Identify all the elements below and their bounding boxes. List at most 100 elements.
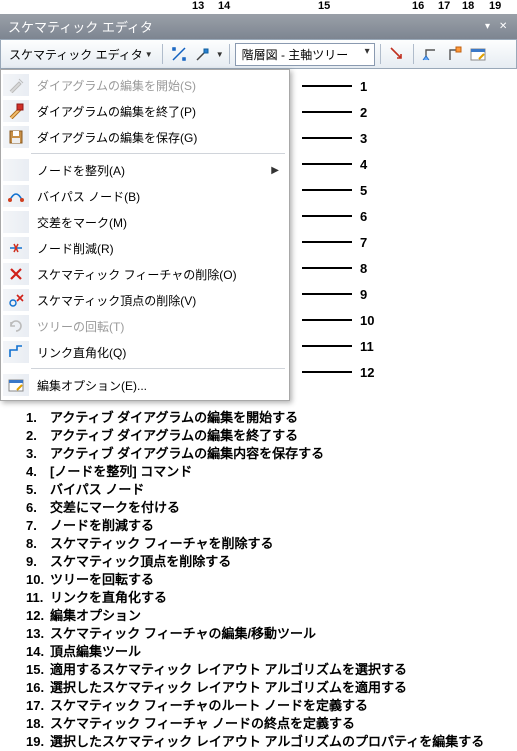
list-item: 5.バイパス ノード	[26, 481, 517, 499]
list-item: 11.リンクを直角化する	[26, 589, 517, 607]
menu-label: バイパス ノード(B)	[37, 188, 279, 205]
list-item: 3.アクティブ ダイアグラムの編集内容を保存する	[26, 445, 517, 463]
callout-num: 11	[360, 339, 374, 354]
options-icon	[3, 374, 29, 396]
menu-label: ダイアグラムの編集を保存(G)	[37, 129, 279, 146]
callout-num: 10	[360, 313, 374, 328]
list-item: 6.交差にマークを付ける	[26, 499, 517, 517]
reduce-node-icon	[3, 237, 29, 259]
list-item: 6	[302, 203, 517, 229]
list-item: 8	[302, 255, 517, 281]
apply-layout-button[interactable]	[386, 43, 408, 65]
vertex-edit-tool-button[interactable]	[192, 43, 214, 65]
menu-delete-feature[interactable]: スケマティック フィーチャの削除(O)	[1, 261, 289, 287]
menu-reduce-node[interactable]: ノード削減(R)	[1, 235, 289, 261]
menu-align-nodes[interactable]: ノードを整列(A) ▶	[1, 157, 289, 183]
list-item: 1.アクティブ ダイアグラムの編集を開始する	[26, 409, 517, 427]
set-end-button[interactable]	[443, 43, 465, 65]
save-icon	[3, 126, 29, 148]
separator	[162, 44, 163, 64]
list-item: 10	[302, 307, 517, 333]
toolbar: スケマティック エディタ ▼ ▼ 階層図 - 主軸ツリー	[0, 39, 517, 69]
callout-15: 15	[318, 0, 330, 12]
menu-edit-options[interactable]: 編集オプション(E)...	[1, 372, 289, 398]
editor-context-menu: ダイアグラムの編集を開始(S) ダイアグラムの編集を終了(P) ダイアグラムの編…	[0, 69, 290, 401]
set-root-button[interactable]	[419, 43, 441, 65]
menu-label: ノード削減(R)	[37, 240, 279, 257]
callout-num: 1	[360, 79, 367, 94]
toolbar-menu-button[interactable]: スケマティック エディタ ▼	[5, 44, 157, 65]
list-item: 16.選択したスケマティック レイアウト アルゴリズムを適用する	[26, 679, 517, 697]
list-item: 12	[302, 359, 517, 385]
menu-label: ダイアグラムの編集を開始(S)	[37, 77, 279, 94]
list-item: 17.スケマティック フィーチャのルート ノードを定義する	[26, 697, 517, 715]
select-value: 階層図 - 主軸ツリー	[242, 48, 349, 62]
list-item: 1	[302, 73, 517, 99]
delete-x-icon	[3, 263, 29, 285]
list-item: 3	[302, 125, 517, 151]
callout-num: 8	[360, 261, 367, 276]
list-item: 4	[302, 151, 517, 177]
toolbar-callout-labels: 13 14 15 16 17 18 19	[0, 0, 517, 14]
callout-num: 2	[360, 105, 367, 120]
callout-num: 3	[360, 131, 367, 146]
menu-separator	[31, 153, 285, 154]
layout-algorithm-select[interactable]: 階層図 - 主軸ツリー	[235, 43, 375, 66]
chevron-down-icon[interactable]: ▼	[216, 50, 224, 59]
list-item: 12.編集オプション	[26, 607, 517, 625]
chevron-down-icon: ▼	[145, 50, 153, 59]
list-item: 15.適用するスケマティック レイアウト アルゴリズムを選択する	[26, 661, 517, 679]
window-title-bar: スケマティック エディタ ▾ ✕	[0, 14, 517, 39]
callout-num: 6	[360, 209, 367, 224]
menu-label: スケマティック フィーチャの削除(O)	[37, 266, 279, 283]
window-title: スケマティック エディタ	[8, 17, 153, 36]
list-item: 7	[302, 229, 517, 255]
callout-num: 4	[360, 157, 367, 172]
menu-delete-vertex[interactable]: スケマティック頂点の削除(V)	[1, 287, 289, 313]
square-link-icon	[3, 341, 29, 363]
list-item: 2.アクティブ ダイアグラムの編集を終了する	[26, 427, 517, 445]
menu-label: 交差をマーク(M)	[37, 214, 279, 231]
layout-properties-button[interactable]	[467, 43, 489, 65]
callout-13: 13	[192, 0, 204, 12]
delete-vertex-icon	[3, 289, 29, 311]
callout-18: 18	[462, 0, 474, 12]
menu-square-link[interactable]: リンク直角化(Q)	[1, 339, 289, 365]
toolbar-menu-label: スケマティック エディタ	[9, 46, 143, 63]
close-icon[interactable]: ✕	[499, 22, 509, 32]
callout-num: 9	[360, 287, 367, 302]
menu-start-edit: ダイアグラムの編集を開始(S)	[1, 72, 289, 98]
pencil-stop-icon	[3, 100, 29, 122]
list-item: 13.スケマティック フィーチャの編集/移動ツール	[26, 625, 517, 643]
menu-end-edit[interactable]: ダイアグラムの編集を終了(P)	[1, 98, 289, 124]
list-item: 5	[302, 177, 517, 203]
menu-label: スケマティック頂点の削除(V)	[37, 292, 279, 309]
callout-17: 17	[438, 0, 450, 12]
menu-separator	[31, 368, 285, 369]
menu-mark-crossing[interactable]: 交差をマーク(M)	[1, 209, 289, 235]
blank-icon	[3, 211, 29, 233]
rotate-icon	[3, 315, 29, 337]
list-item: 19.選択したスケマティック レイアウト アルゴリズムのプロパティを編集する	[26, 733, 517, 751]
menu-save-edit[interactable]: ダイアグラムの編集を保存(G)	[1, 124, 289, 150]
separator	[413, 44, 414, 64]
callout-19: 19	[489, 0, 501, 12]
callout-num: 12	[360, 365, 374, 380]
list-item: 14.頂点編集ツール	[26, 643, 517, 661]
list-item: 9	[302, 281, 517, 307]
list-item: 2	[302, 99, 517, 125]
callout-16: 16	[412, 0, 424, 12]
callout-num: 5	[360, 183, 367, 198]
submenu-arrow-icon: ▶	[271, 165, 279, 176]
menu-rotate-tree: ツリーの回転(T)	[1, 313, 289, 339]
minimize-icon[interactable]: ▾	[485, 22, 495, 32]
edit-move-tool-button[interactable]	[168, 43, 190, 65]
bypass-icon	[3, 185, 29, 207]
list-item: 10.ツリーを回転する	[26, 571, 517, 589]
menu-label: リンク直角化(Q)	[37, 344, 279, 361]
list-item: 11	[302, 333, 517, 359]
pencil-play-icon	[3, 74, 29, 96]
menu-bypass-node[interactable]: バイパス ノード(B)	[1, 183, 289, 209]
list-item: 18.スケマティック フィーチャ ノードの終点を定義する	[26, 715, 517, 733]
list-item: 7.ノードを削減する	[26, 517, 517, 535]
